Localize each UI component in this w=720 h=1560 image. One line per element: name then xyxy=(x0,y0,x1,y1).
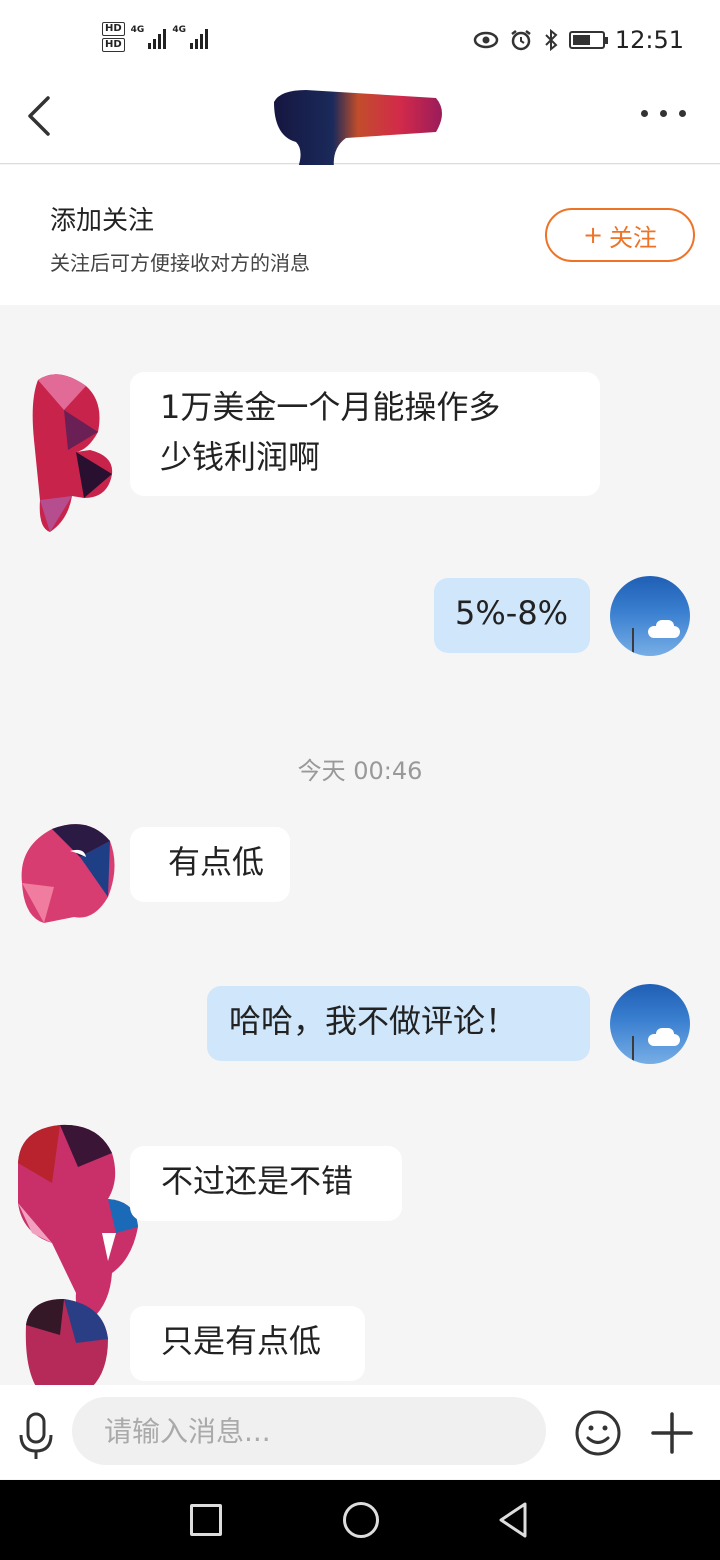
battery-icon xyxy=(568,31,608,49)
chat-header xyxy=(0,80,720,196)
message-bubble-outgoing[interactable]: 哈哈，我不做评论！ xyxy=(207,986,590,1061)
more-dots-icon[interactable] xyxy=(641,110,686,117)
contact-avatar[interactable] xyxy=(28,370,118,535)
recents-icon[interactable] xyxy=(190,1504,222,1536)
plus-icon: + xyxy=(582,221,604,249)
user-avatar[interactable] xyxy=(610,984,690,1064)
emoji-icon[interactable] xyxy=(574,1409,622,1457)
message-text: 1万美金一个月能操作多 xyxy=(160,388,501,426)
contact-avatar[interactable] xyxy=(12,1123,142,1323)
signal-strength-icon: 4G xyxy=(172,25,208,49)
clock: 12:51 xyxy=(614,26,684,54)
chevron-left-icon[interactable] xyxy=(24,94,64,138)
follow-button[interactable]: + 关注 xyxy=(545,208,695,262)
message-bubble-incoming[interactable]: 不过还是不错 xyxy=(130,1146,402,1221)
system-navigation-bar xyxy=(0,1480,720,1560)
follow-title: 添加关注 xyxy=(50,206,155,236)
message-bubble-incoming[interactable]: 1万美金一个月能操作多 少钱利润啊 xyxy=(130,372,600,496)
message-timestamp: 今天 00:46 xyxy=(297,757,423,785)
message-text: 不过还是不错 xyxy=(161,1162,354,1200)
message-bubble-incoming[interactable]: 只是有点低 xyxy=(130,1306,365,1381)
follow-banner: 添加关注 关注后可方便接收对方的消息 + 关注 xyxy=(0,165,720,305)
message-bubble-outgoing[interactable]: 5%-8% xyxy=(434,578,590,653)
message-input[interactable] xyxy=(72,1397,546,1465)
message-composer xyxy=(0,1385,720,1479)
message-text: 有点低 xyxy=(168,843,265,881)
message-list[interactable]: 1万美金一个月能操作多 少钱利润啊 5%-8% 今天 00:46 有点低 哈哈，… xyxy=(0,305,720,1439)
signal-group: HD HD 4G 4G xyxy=(102,22,208,52)
user-avatar[interactable] xyxy=(610,576,690,656)
message-text: 哈哈，我不做评论！ xyxy=(229,1002,518,1040)
home-icon[interactable] xyxy=(343,1502,379,1538)
signal-strength-icon: 4G xyxy=(131,25,167,49)
message-text: 只是有点低 xyxy=(161,1322,322,1360)
follow-button-label: 关注 xyxy=(609,223,658,252)
status-bar: HD HD 4G 4G 12:51 xyxy=(0,0,720,80)
back-triangle-icon[interactable] xyxy=(495,1500,535,1540)
message-text: 5%-8% xyxy=(455,594,569,632)
hd-badge: HD xyxy=(102,22,125,36)
message-text: 少钱利润啊 xyxy=(160,438,321,476)
eye-icon xyxy=(473,31,499,49)
message-bubble-incoming[interactable]: 有点低 xyxy=(130,827,290,902)
hd-badge: HD xyxy=(102,38,125,52)
plus-icon[interactable] xyxy=(650,1411,694,1455)
follow-subtitle: 关注后可方便接收对方的消息 xyxy=(50,251,310,275)
microphone-icon[interactable] xyxy=(16,1411,56,1461)
bluetooth-icon xyxy=(545,28,558,52)
alarm-icon xyxy=(511,30,531,51)
contact-avatar[interactable] xyxy=(14,817,124,927)
